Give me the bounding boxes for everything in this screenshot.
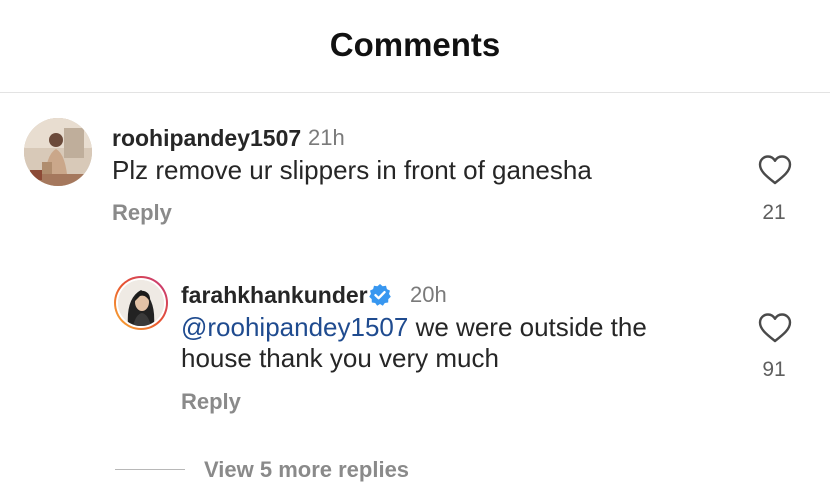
- reply-button[interactable]: Reply: [181, 389, 241, 415]
- reply-text-line-1: @roohipandey1507 we were outside the: [181, 312, 647, 343]
- like-count: 91: [762, 358, 786, 381]
- like-count: 21: [762, 201, 786, 224]
- comment-username[interactable]: roohipandey1507: [112, 125, 301, 152]
- mention-link[interactable]: @roohipandey1507: [181, 312, 408, 342]
- avatar-with-story-ring[interactable]: [114, 276, 168, 330]
- comment-timestamp: 21h: [308, 125, 345, 150]
- comment-text: Plz remove ur slippers in front of ganes…: [112, 155, 592, 185]
- heart-outline-icon[interactable]: [758, 312, 792, 344]
- user-photo-avatar-icon: [24, 118, 92, 186]
- user-photo-avatar-icon: [118, 280, 164, 326]
- heart-outline-icon[interactable]: [758, 154, 792, 186]
- reply-button[interactable]: Reply: [112, 200, 172, 226]
- divider-line: [115, 469, 185, 470]
- view-more-replies-button[interactable]: View 5 more replies: [204, 457, 409, 483]
- comments-header: Comments: [0, 0, 830, 93]
- avatar[interactable]: [24, 118, 92, 186]
- reply-text: we were outside the: [408, 312, 647, 342]
- verified-badge-icon: [369, 284, 391, 306]
- reply-text-line-2: house thank you very much: [181, 343, 499, 373]
- page-title: Comments: [329, 26, 501, 63]
- reply-username[interactable]: farahkhankunder: [181, 282, 368, 309]
- reply-timestamp: 20h: [410, 282, 447, 307]
